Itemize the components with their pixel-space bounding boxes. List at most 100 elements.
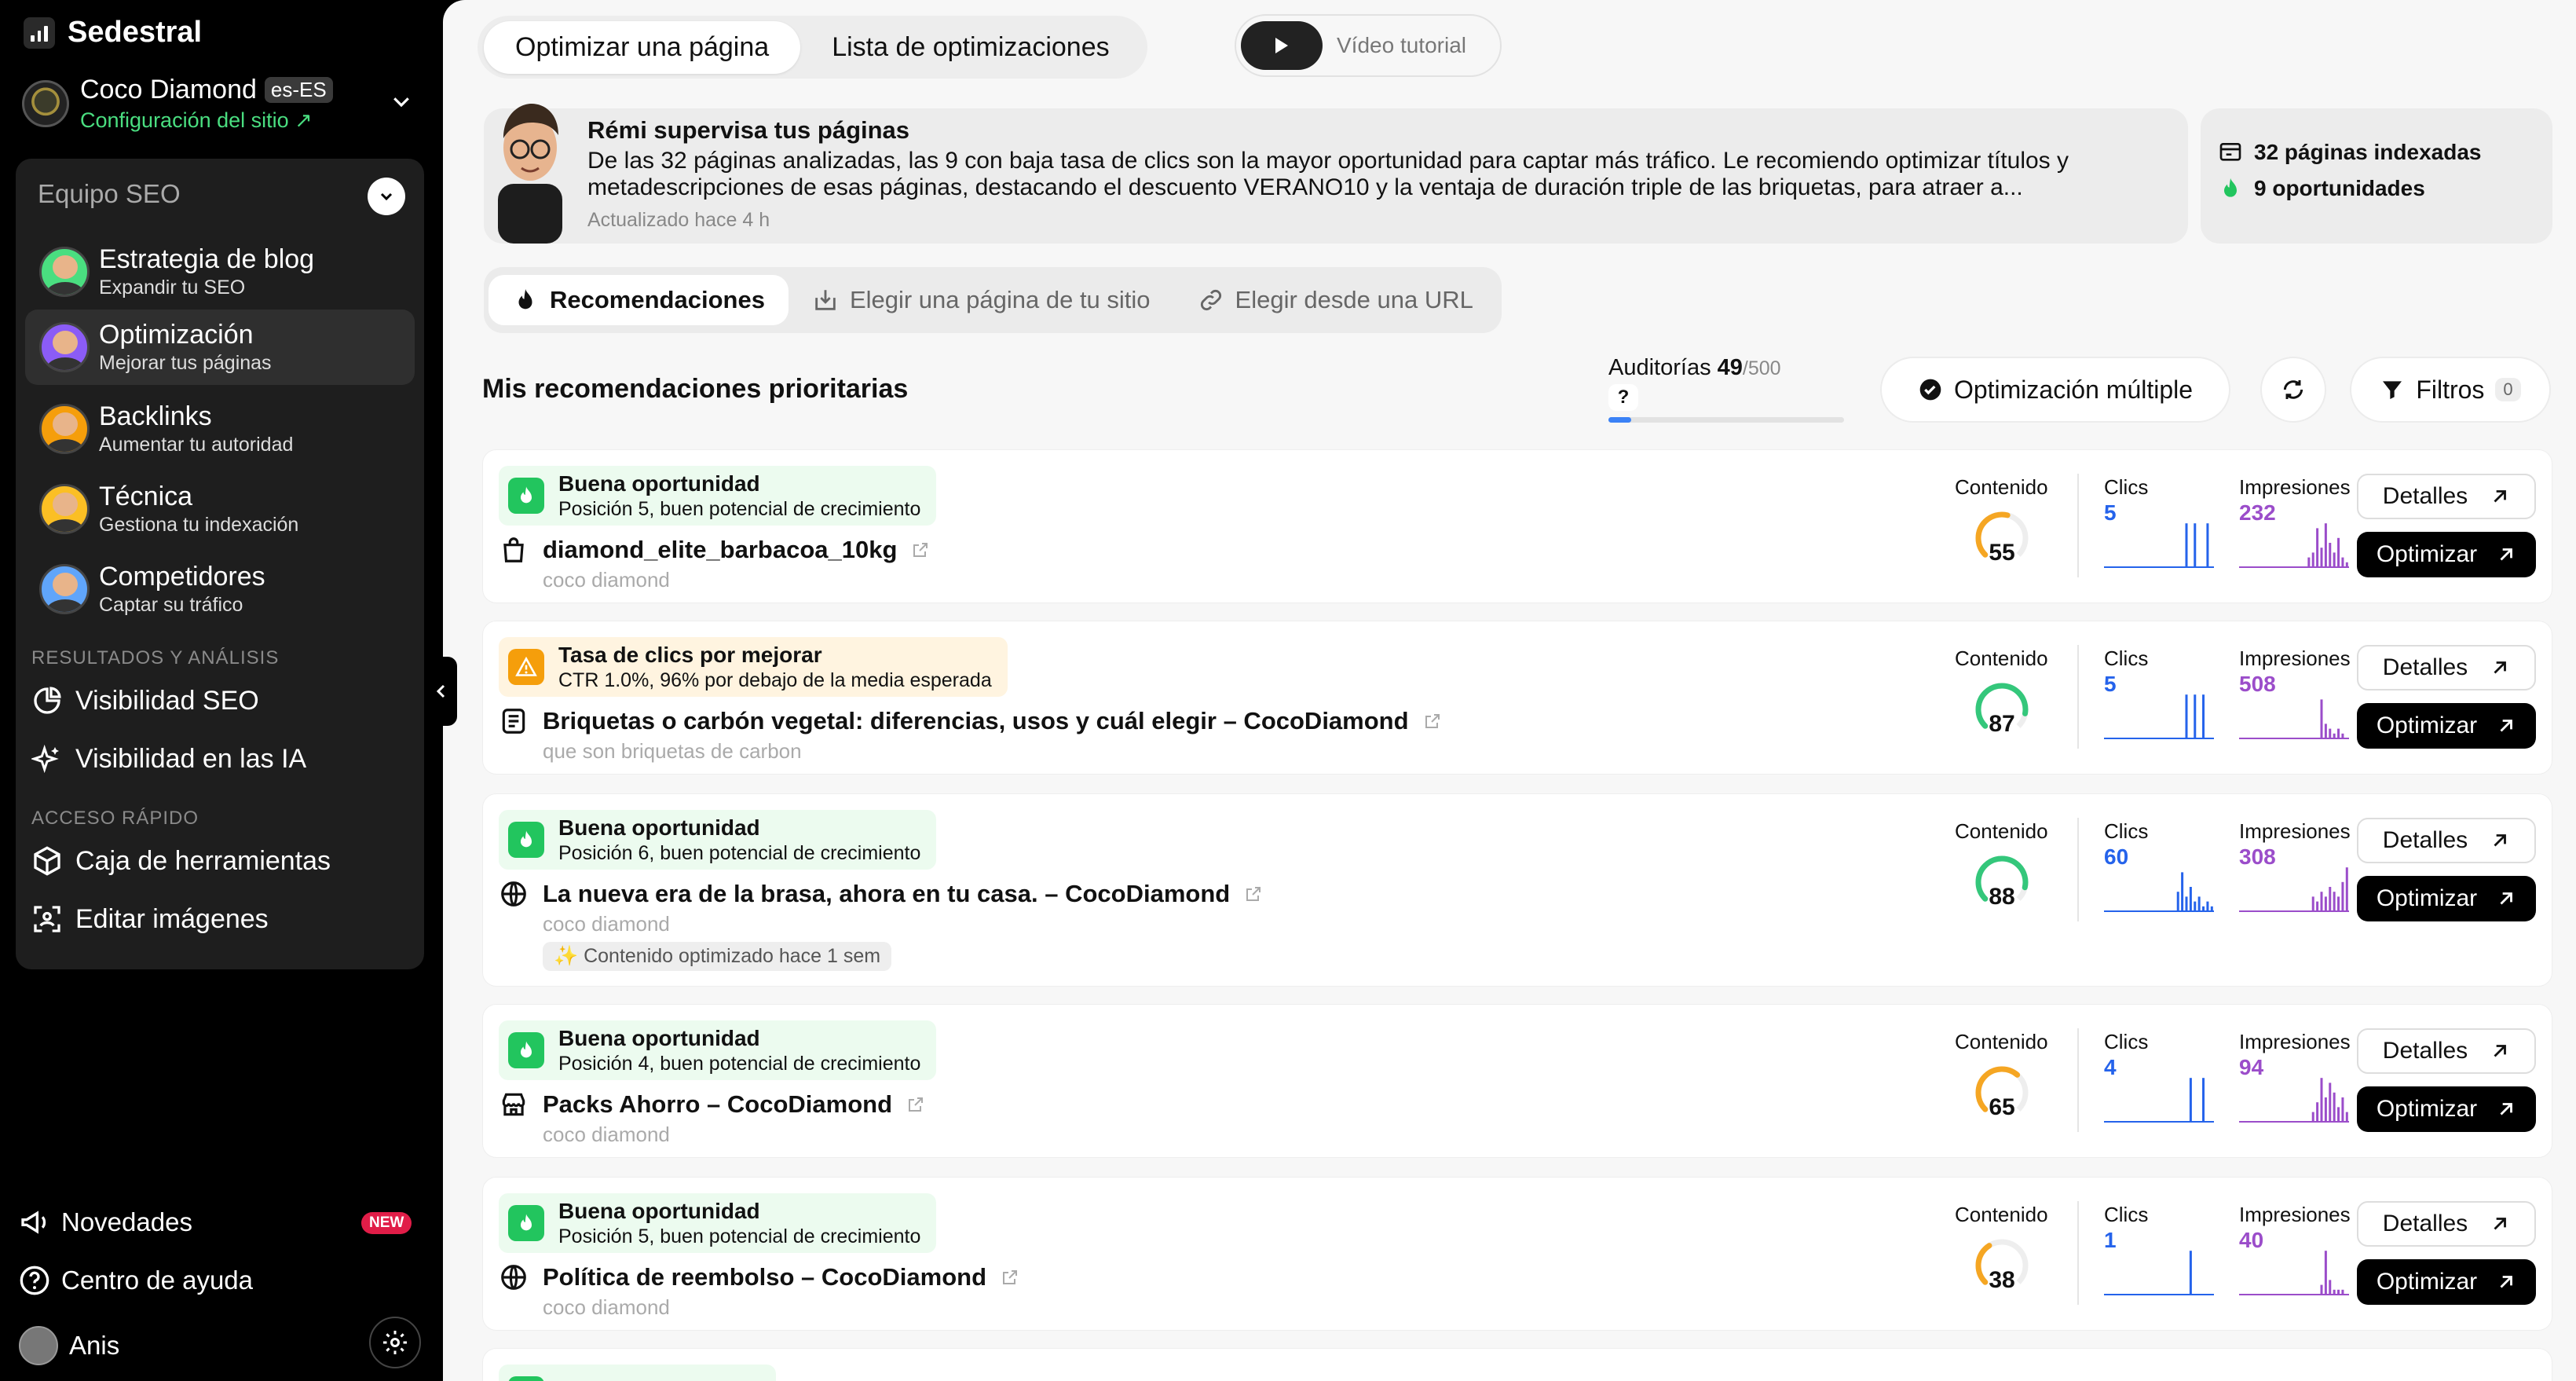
site-config-link[interactable]: Configuración del sitio ↗ [80,108,333,133]
article-icon [502,709,525,734]
filter-icon [2383,381,2402,399]
agent-subtitle: Gestiona tu indexación [99,514,299,536]
agent-name: Backlinks [99,401,212,431]
nav-label: Visibilidad en las IA [75,743,307,774]
multiple-optimization-button[interactable]: Optimización múltiple [1880,357,2230,423]
agent-subtitle: Expandir tu SEO [99,277,246,299]
help-center-link[interactable]: Centro de ayuda [19,1265,253,1296]
optimize-button[interactable]: Optimizar [2357,532,2536,577]
audits-help-button[interactable]: ? [1608,384,1638,411]
sidebar-item-ai-visibility[interactable]: Visibilidad en las IA [31,743,306,775]
optimize-button[interactable]: Optimizar [2357,1259,2536,1305]
user-profile[interactable]: Anis [19,1326,119,1365]
chevron-down-icon[interactable] [390,90,413,113]
arrow-up-right-icon [2494,490,2507,503]
status-detail: Posición 5, buen potencial de crecimient… [558,1225,921,1247]
remi-title: Rémi supervisa tus páginas [587,116,910,144]
status-title: Tasa de clics por mejorar [558,642,822,667]
sidebar: Sedestral Coco Diamond es-ES Configuració… [0,0,443,1381]
sidebar-item-technical[interactable]: Técnica Gestiona tu indexación [25,471,415,547]
user-name: Anis [69,1331,120,1360]
page-keyword: coco diamond [543,1123,670,1146]
news-label: Novedades [61,1207,192,1236]
video-tutorial-button[interactable]: Vídeo tutorial [1235,14,1502,77]
audits-used: 49 [1717,355,1743,380]
page-link[interactable]: La nueva era de la brasa, ahora en tu ca… [499,879,1263,909]
tab-optimizations-list[interactable]: Lista de optimizaciones [800,21,1140,74]
agent-name: Optimización [99,320,254,350]
audits-meter: Auditorías 49/500 ? [1608,355,1844,423]
divider [2077,474,2079,577]
brand-name: Sedestral [68,16,203,49]
gear-icon [383,1331,407,1354]
agent-subtitle: Aumentar tu autoridad [99,434,294,456]
external-link-icon[interactable] [906,1095,925,1114]
page-link[interactable]: Briquetas o carbón vegetal: diferencias,… [499,706,1442,736]
seo-team-panel: Equipo SEO Estrategia de blog Expandir tu… [16,159,424,969]
divider [2077,1028,2079,1132]
filters-count: 0 [2495,378,2521,401]
results-section-title: RESULTADOS Y ANÁLISIS [31,647,280,669]
page-link[interactable]: diamond_elite_barbacoa_10kg [499,535,930,565]
agent-name: Estrategia de blog [99,244,315,274]
status-title: Buena oportunidad [558,471,760,496]
external-link-icon[interactable] [911,540,930,559]
pie-chart-icon [34,687,61,714]
filters-button[interactable]: Filtros 0 [2350,357,2551,423]
sidebar-item-backlinks[interactable]: Backlinks Aumentar tu autoridad [25,391,415,467]
opportunities-stat: 9 oportunidades [2218,176,2552,201]
external-link-icon[interactable] [1244,885,1263,903]
recommendation-card: Buena oportunidad Posición 5, buen potenc… [482,1177,2552,1331]
details-button[interactable]: Detalles [2357,1201,2536,1247]
indexed-pages-icon [2219,143,2241,161]
sidebar-item-optimization[interactable]: Optimización Mejorar tus páginas [25,310,415,385]
arrow-up-right-icon [2500,892,2513,905]
page-link[interactable]: Política de reembolso – CocoDiamond [499,1262,1019,1292]
site-selector[interactable]: Coco Diamond es-ES Configuración del siti… [22,72,421,135]
sidebar-item-edit-images[interactable]: Editar imágenes [31,903,269,935]
settings-button[interactable] [369,1317,421,1368]
audits-label: Auditorías [1608,355,1711,380]
optimize-button[interactable]: Optimizar [2357,876,2536,921]
sidebar-item-seo-visibility[interactable]: Visibilidad SEO [31,685,259,716]
impressions-label: Impresiones [2239,1203,2351,1226]
tab-from-url[interactable]: Elegir desde una URL [1174,275,1497,325]
details-button[interactable]: Detalles [2357,1028,2536,1074]
news-link[interactable]: Novedades [19,1207,192,1238]
details-button[interactable]: Detalles [2357,645,2536,690]
remi-message: De las 32 páginas analizadas, las 9 con … [587,148,2069,200]
status-detail: Posición 4, buen potencial de crecimient… [558,1052,921,1075]
tab-optimize-page[interactable]: Optimizar una página [484,20,801,74]
status-badge: Tasa de clics por mejorar CTR 1.0%, 96% p… [499,637,1008,697]
page-link[interactable]: Packs Ahorro – CocoDiamond [499,1090,925,1119]
collapse-team-button[interactable] [368,178,405,215]
optimize-button[interactable]: Optimizar [2357,703,2536,749]
sidebar-item-blog-strategy[interactable]: Estrategia de blog Expandir tu SEO [25,234,415,310]
recommendation-card: Buena oportunidad Posición 4, buen potenc… [482,1004,2552,1158]
arrow-up-right-icon [2500,720,2513,732]
sidebar-item-toolbox[interactable]: Caja de herramientas [31,845,331,877]
status-detail: Posición 5, buen potencial de crecimient… [558,497,921,520]
details-button[interactable]: Detalles [2357,818,2536,863]
collapse-sidebar-button[interactable] [426,657,457,726]
arrow-up-right-icon [2500,1103,2513,1115]
details-button[interactable]: Detalles [2357,474,2536,519]
remi-updated: Actualizado hace 4 h [587,209,770,231]
globe-icon [501,881,526,907]
agent-avatar [39,564,90,614]
refresh-button[interactable] [2260,357,2326,423]
sparkle-icon [31,744,59,774]
external-link-icon[interactable] [1423,712,1442,731]
agent-subtitle: Captar su tráfico [99,594,243,616]
brand[interactable]: Sedestral [24,16,202,49]
tab-recommendations[interactable]: Recomendaciones [488,275,789,325]
impressions-sparkline [2239,867,2349,912]
optimize-button[interactable]: Optimizar [2357,1086,2536,1132]
remi-summary: Rémi supervisa tus páginas De las 32 pág… [484,104,2188,244]
tab-pick-page[interactable]: Elegir una página de tu sitio [789,275,1174,325]
external-link-icon[interactable] [1001,1268,1019,1287]
arrow-up-right-icon [2494,661,2507,674]
sidebar-item-competitors[interactable]: Competidores Captar su tráfico [25,551,415,627]
nav-label: Editar imágenes [75,903,269,934]
warning-icon [515,656,537,676]
